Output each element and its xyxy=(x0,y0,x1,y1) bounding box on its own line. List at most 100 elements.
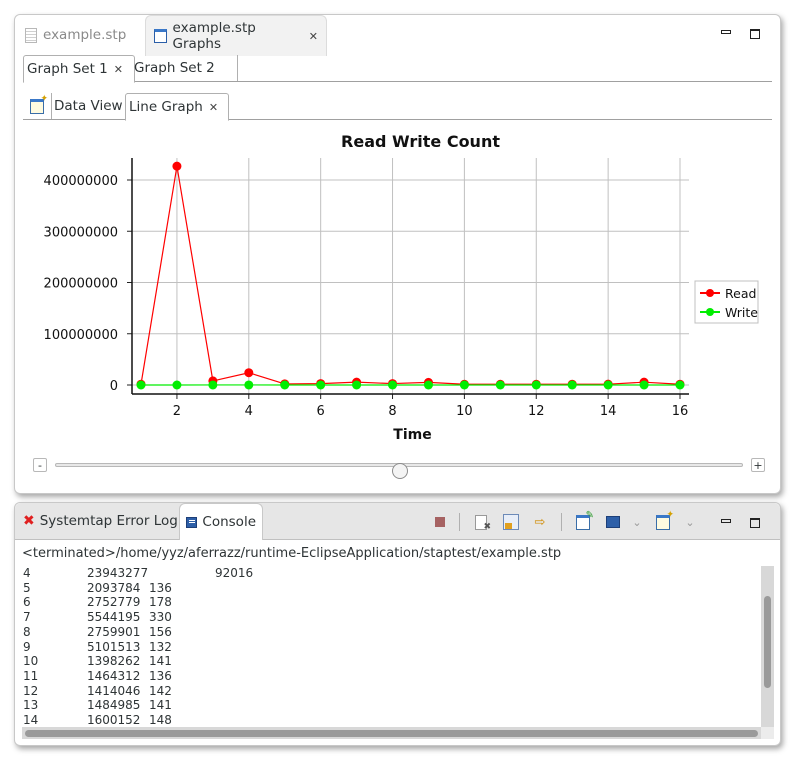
zoom-slider-thumb[interactable] xyxy=(392,463,408,479)
console-cell: 9 xyxy=(23,639,31,654)
console-cell: 2752779 xyxy=(87,595,141,610)
tab-line-graph[interactable]: Line Graph ✕ xyxy=(125,93,229,121)
console-status-text: <terminated>/home/yyz/aferrazz/runtime-E… xyxy=(22,546,562,561)
pin-console-icon[interactable]: ✎ xyxy=(575,510,594,530)
maximize-icon[interactable] xyxy=(750,518,760,528)
open-console-icon[interactable]: ✦ xyxy=(655,510,674,530)
series-line-read xyxy=(140,166,681,385)
x-tick-label: 8 xyxy=(388,404,396,419)
console-cell: 156 xyxy=(149,624,172,639)
console-cell: 1464312 xyxy=(87,668,141,683)
x-tick-label: 2 xyxy=(173,404,181,419)
console-vertical-scrollbar[interactable] xyxy=(761,566,774,727)
graph-view-tab-bar: ✦ Data View Line Graph ✕ xyxy=(23,93,772,121)
editor-tab-example-stp[interactable]: example.stp xyxy=(17,15,134,55)
close-icon[interactable]: ✕ xyxy=(209,101,218,114)
console-line: 13 1484985 141 xyxy=(23,698,758,713)
console-line: 6 2752779 178 xyxy=(23,595,758,610)
tab-systemtap-error-log[interactable]: ✖ Systemtap Error Log xyxy=(17,503,184,539)
console-line: 5 2093784 136 xyxy=(23,581,758,596)
tab-console[interactable]: Console xyxy=(179,503,263,540)
new-graph-button[interactable]: ✦ xyxy=(23,93,52,119)
minimize-icon[interactable] xyxy=(721,519,731,523)
x-axis-label: Time xyxy=(393,427,431,443)
data-point-write xyxy=(136,380,146,390)
tab-label: Console xyxy=(202,514,256,530)
remove-launch-icon[interactable]: ✖ xyxy=(473,514,491,532)
open-dropdown-icon[interactable]: ⌄ xyxy=(682,514,698,530)
scroll-lock-icon[interactable] xyxy=(503,514,519,530)
legend-marker xyxy=(706,308,714,316)
data-point-write xyxy=(567,380,577,390)
console-cell: 1414046 xyxy=(87,683,141,698)
console-cell: 1398262 xyxy=(87,654,141,669)
tab-graph-set-1[interactable]: Graph Set 1 ✕ xyxy=(23,55,135,83)
editor-tab-graphs[interactable]: example.stp Graphs ✕ xyxy=(145,15,327,56)
tab-data-view[interactable]: Data View xyxy=(51,93,128,119)
console-cell: 330 xyxy=(149,610,172,625)
toolbar-separator xyxy=(459,513,460,531)
data-point-write xyxy=(639,380,649,390)
x-tick-label: 16 xyxy=(672,404,689,419)
y-tick-label: 0 xyxy=(110,379,118,394)
data-point-write xyxy=(316,380,326,390)
close-icon[interactable]: ✕ xyxy=(309,30,318,43)
minimize-icon[interactable] xyxy=(721,30,731,34)
console-output[interactable]: 4 23943277 92016 5 2093784 136 6 2752779 178 7 554… xyxy=(23,566,758,727)
console-cell: 178 xyxy=(149,595,172,610)
console-cell: 1484985 xyxy=(87,698,141,713)
data-point-write xyxy=(352,380,362,390)
console-cell: 6 xyxy=(23,595,31,610)
terminate-icon[interactable] xyxy=(432,514,448,530)
line-chart: Read Write Count 0 100000000 200000000 30000… xyxy=(44,132,759,443)
console-cell: 14 xyxy=(23,713,39,727)
legend-label: Read xyxy=(725,286,756,301)
console-view-header: ✖ Systemtap Error Log Console ✖ ⇨ ✎ ⌄ ✦ … xyxy=(15,503,780,540)
x-tick-label: 14 xyxy=(600,404,617,419)
tab-label: Data View xyxy=(54,98,123,114)
zoom-in-button[interactable]: + xyxy=(751,458,765,472)
data-point-write xyxy=(280,380,290,390)
data-point-write xyxy=(603,380,613,390)
error-x-icon: ✖ xyxy=(23,513,35,529)
console-cell: 141 xyxy=(149,698,172,713)
graph-set-tab-bar: Graph Set 1 ✕ Graph Set 2 xyxy=(23,55,772,83)
data-point-read xyxy=(172,161,182,171)
console-cell: 136 xyxy=(149,668,172,683)
scrollbar-thumb[interactable] xyxy=(764,596,771,688)
word-wrap-icon[interactable]: ⇨ xyxy=(532,514,548,530)
console-cell: 136 xyxy=(149,580,172,595)
text-file-icon xyxy=(25,27,37,43)
data-point-write xyxy=(423,380,433,390)
console-cell: 7 xyxy=(23,610,31,625)
console-horizontal-scrollbar[interactable] xyxy=(22,727,761,739)
console-cell: 5 xyxy=(23,580,31,595)
console-line: 14 1600152 148 xyxy=(23,713,758,727)
scrollbar-corner xyxy=(761,727,774,739)
tab-label: Graph Set 2 xyxy=(134,60,215,76)
console-monitor-icon xyxy=(186,516,198,528)
data-point-write xyxy=(172,380,182,390)
editor-tab-bar: example.stp example.stp Graphs ✕ xyxy=(15,15,780,56)
console-cell: 142 xyxy=(149,683,172,698)
scrollbar-thumb[interactable] xyxy=(25,730,758,737)
data-point-write xyxy=(388,380,398,390)
console-cell: 5101513 xyxy=(87,639,141,654)
zoom-out-button[interactable]: - xyxy=(33,458,47,472)
console-line: 9 5101513 132 xyxy=(23,640,758,655)
tab-graph-set-2[interactable]: Graph Set 2 xyxy=(131,55,238,81)
console-cell: 141 xyxy=(149,654,172,669)
console-cell: 2093784 xyxy=(87,580,141,595)
graphs-editor-panel: example.stp example.stp Graphs ✕ Graph S… xyxy=(14,14,781,494)
maximize-icon[interactable] xyxy=(750,29,760,39)
editor-tab-label: example.stp xyxy=(43,27,127,43)
data-point-read xyxy=(244,368,254,378)
console-cell: 11 xyxy=(23,668,39,683)
close-icon[interactable]: ✕ xyxy=(114,63,123,76)
zoom-slider-track[interactable] xyxy=(55,463,743,479)
console-cell: 1600152 xyxy=(87,713,141,727)
console-cell: 8 xyxy=(23,624,31,639)
display-console-icon[interactable] xyxy=(605,514,621,530)
display-dropdown-icon[interactable]: ⌄ xyxy=(629,514,645,530)
console-panel: ✖ Systemtap Error Log Console ✖ ⇨ ✎ ⌄ ✦ … xyxy=(14,502,781,746)
